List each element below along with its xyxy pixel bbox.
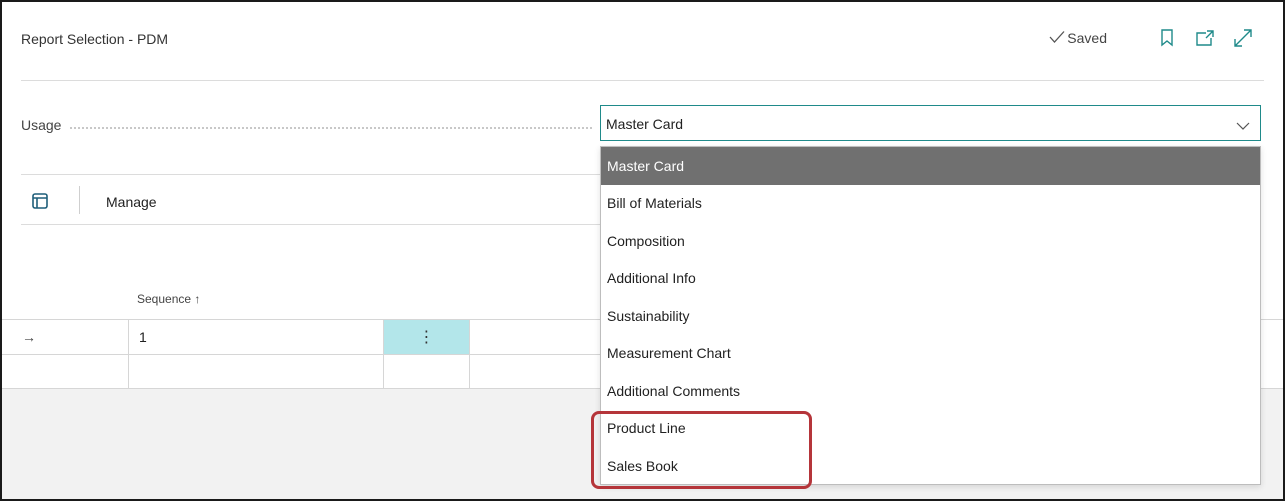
usage-option-bill-of-materials[interactable]: Bill of Materials — [601, 185, 1260, 223]
column-header-sequence[interactable]: Sequence ↑ — [137, 292, 200, 306]
sequence-cell[interactable]: 1 — [139, 329, 147, 345]
row-indicator-arrow-icon: → — [22, 329, 36, 345]
usage-option-measurement-chart[interactable]: Measurement Chart — [601, 335, 1260, 373]
grid-line — [2, 354, 600, 355]
usage-option-master-card[interactable]: Master Card — [601, 147, 1260, 185]
usage-label: Usage — [21, 117, 62, 133]
usage-option-additional-comments[interactable]: Additional Comments — [601, 372, 1260, 410]
filter-pane-icon[interactable] — [32, 193, 48, 209]
header-actions: Saved — [1049, 26, 1255, 50]
saved-label: Saved — [1067, 30, 1107, 46]
open-in-new-window-icon[interactable] — [1193, 26, 1217, 50]
header-divider — [21, 80, 1264, 81]
bookmark-icon[interactable] — [1155, 26, 1179, 50]
usage-option-additional-info[interactable]: Additional Info — [601, 260, 1260, 298]
usage-leader-dots — [70, 127, 592, 129]
section-divider — [21, 174, 600, 175]
annotation-highlight-box — [591, 411, 812, 489]
row-menu-button[interactable]: ⋮ — [384, 320, 469, 354]
grid-line — [128, 319, 129, 389]
saved-status: Saved — [1049, 30, 1107, 47]
usage-option-composition[interactable]: Composition — [601, 222, 1260, 260]
check-icon — [1049, 30, 1067, 47]
report-selection-page: Report Selection - PDM Saved Usage Maste… — [0, 0, 1285, 501]
expand-icon[interactable] — [1231, 26, 1255, 50]
page-title: Report Selection - PDM — [21, 31, 169, 47]
manage-action[interactable]: Manage — [106, 194, 157, 210]
usage-option-sustainability[interactable]: Sustainability — [601, 297, 1260, 335]
usage-select-value: Master Card — [606, 116, 684, 132]
chevron-down-icon — [1236, 118, 1250, 136]
actionbar-divider — [79, 186, 80, 214]
usage-select[interactable]: Master Card — [600, 105, 1261, 141]
grid-line — [469, 319, 470, 389]
actionbar-divider-bottom — [21, 224, 600, 225]
